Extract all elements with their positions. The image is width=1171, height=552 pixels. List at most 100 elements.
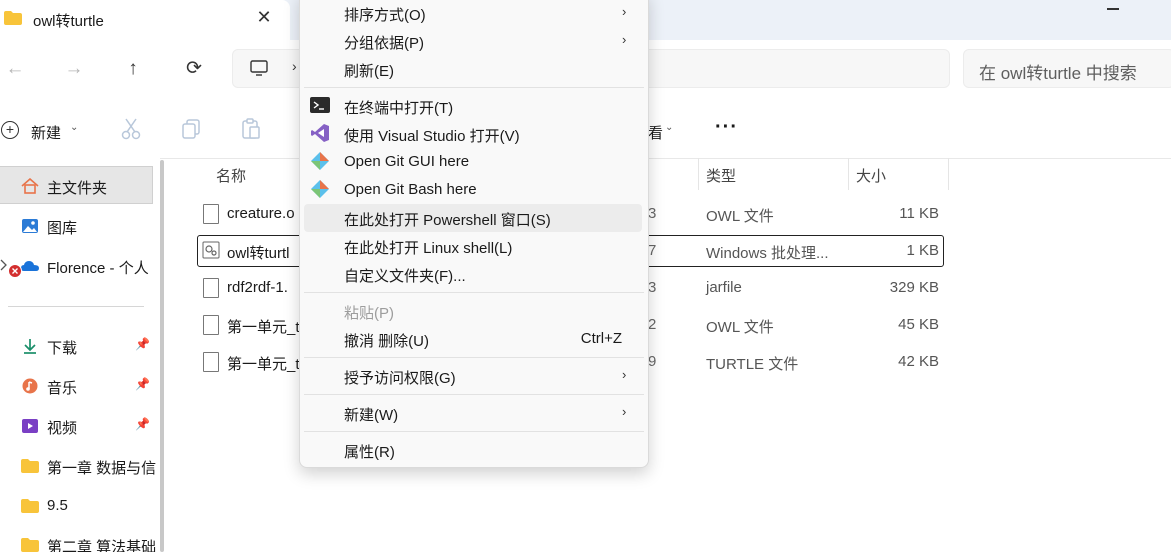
sidebar-item-downloads[interactable]: 下载 📌 <box>0 329 160 363</box>
chevron-down-icon[interactable]: ⌄ <box>70 122 78 133</box>
file-name[interactable]: creature.o <box>227 205 295 222</box>
menu-item-grant-access[interactable]: 授予访问权限(G) <box>344 367 456 388</box>
file-name[interactable]: 第一单元_t <box>227 316 300 337</box>
menu-item-open-linux-shell[interactable]: 在此处打开 Linux shell(L) <box>344 237 512 258</box>
file-icon <box>203 278 219 298</box>
sidebar-item-label: 图库 <box>47 220 78 237</box>
forward-icon[interactable]: → <box>62 57 86 81</box>
sidebar-divider <box>8 306 144 307</box>
sidebar-item-folder-9-5[interactable]: 9.5 <box>0 489 160 523</box>
menu-item-git-bash[interactable]: Open Git Bash here <box>344 181 477 198</box>
file-type: TURTLE 文件 <box>706 356 799 373</box>
file-icon <box>203 204 219 224</box>
file-size: 45 KB <box>898 316 939 333</box>
undo-shortcut: Ctrl+Z <box>580 330 622 347</box>
file-name[interactable]: rdf2rdf-1. <box>227 279 288 296</box>
sidebar-item-label: 9.5 <box>47 497 68 514</box>
file-date: 3 <box>648 279 657 296</box>
menu-item-refresh[interactable]: 刷新(E) <box>344 60 394 81</box>
chevron-right-icon: › <box>622 404 627 419</box>
file-type: OWL 文件 <box>706 319 774 336</box>
chevron-right-icon[interactable] <box>0 259 8 271</box>
menu-item-git-gui[interactable]: Open Git GUI here <box>344 153 469 170</box>
back-icon[interactable]: ← <box>3 57 27 81</box>
chevron-right-icon[interactable]: › <box>292 58 297 74</box>
paste-icon[interactable] <box>241 118 261 140</box>
home-icon <box>21 178 39 194</box>
menu-item-open-vs[interactable]: 使用 Visual Studio 打开(V) <box>344 125 520 146</box>
pin-icon[interactable]: 📌 <box>135 417 150 431</box>
terminal-icon <box>310 97 330 113</box>
file-size: 11 KB <box>899 205 939 222</box>
copy-icon[interactable] <box>181 118 201 140</box>
search-placeholder: 在 owl转turtle 中搜索 <box>979 64 1137 83</box>
menu-separator <box>304 394 644 395</box>
new-button[interactable]: 新建 <box>31 122 61 143</box>
plus-icon[interactable]: + <box>1 121 19 139</box>
file-icon <box>203 352 219 372</box>
onedrive-icon <box>21 261 39 271</box>
sidebar-item-folder-ch2[interactable]: 第二章 算法基础 <box>0 528 160 552</box>
cut-icon[interactable] <box>121 118 141 140</box>
pin-icon[interactable]: 📌 <box>135 337 150 351</box>
sidebar-scrollbar[interactable] <box>160 160 164 552</box>
pin-icon[interactable]: 📌 <box>135 377 150 391</box>
column-header-name[interactable]: 名称 <box>216 165 246 186</box>
chevron-right-icon: › <box>622 4 627 19</box>
minimize-icon[interactable] <box>1107 8 1119 10</box>
gallery-icon <box>22 219 38 233</box>
column-divider[interactable] <box>948 158 949 190</box>
sidebar-item-label: 音乐 <box>47 380 78 397</box>
column-divider[interactable] <box>848 158 849 190</box>
file-icon <box>203 315 219 335</box>
file-date: 3 <box>648 205 657 222</box>
file-type: Windows 批处理... <box>706 245 829 262</box>
sidebar-item-home[interactable]: 主文件夹 <box>0 169 160 203</box>
close-icon[interactable]: ✕ <box>255 7 273 29</box>
video-icon <box>22 419 38 433</box>
menu-item-open-powershell[interactable]: 在此处打开 Powershell 窗口(S) <box>344 209 551 230</box>
refresh-icon[interactable]: ⟳ <box>182 57 206 81</box>
folder-icon <box>21 459 39 473</box>
menu-separator <box>304 357 644 358</box>
menu-separator <box>304 87 644 88</box>
menu-item-properties[interactable]: 属性(R) <box>344 441 395 462</box>
menu-item-sort[interactable]: 排序方式(O) <box>344 4 426 25</box>
menu-item-customize-folder[interactable]: 自定义文件夹(F)... <box>344 265 466 286</box>
sidebar-item-onedrive[interactable]: Florence - 个人 <box>0 249 160 283</box>
column-divider[interactable] <box>698 158 699 190</box>
chevron-down-icon[interactable]: ⌄ <box>665 122 673 133</box>
column-header-type[interactable]: 类型 <box>706 165 736 186</box>
up-icon[interactable]: ↑ <box>121 57 145 81</box>
file-date: 2 <box>648 316 657 333</box>
folder-icon <box>21 499 39 513</box>
file-name[interactable]: owl转turtl <box>227 242 290 263</box>
file-size: 1 KB <box>906 242 939 259</box>
sidebar-item-label: 主文件夹 <box>47 180 108 197</box>
sidebar-item-music[interactable]: 音乐 📌 <box>0 369 160 403</box>
file-name[interactable]: 第一单元_t <box>227 353 300 374</box>
menu-separator <box>304 431 644 432</box>
folder-icon <box>21 538 39 552</box>
menu-item-open-terminal[interactable]: 在终端中打开(T) <box>344 97 453 118</box>
sidebar-item-videos[interactable]: 视频 📌 <box>0 409 160 443</box>
menu-separator <box>304 292 644 293</box>
batch-file-icon <box>202 241 220 259</box>
context-menu: 排序方式(O) › 分组依据(P) › 刷新(E) 在终端中打开(T) 使用 V… <box>299 0 649 468</box>
menu-item-paste: 粘贴(P) <box>344 305 394 322</box>
sidebar-item-label: 视频 <box>47 420 78 437</box>
sidebar-item-label: 第二章 算法基础 <box>47 539 157 552</box>
sidebar-item-folder-ch1[interactable]: 第一章 数据与信 <box>0 449 160 483</box>
chevron-right-icon: › <box>622 32 627 47</box>
sidebar-item-gallery[interactable]: 图库 <box>0 209 160 243</box>
more-icon[interactable]: ··· <box>715 116 738 139</box>
menu-item-group[interactable]: 分组依据(P) <box>344 32 424 53</box>
menu-item-new[interactable]: 新建(W) <box>344 404 398 425</box>
error-icon <box>8 264 22 278</box>
column-header-size[interactable]: 大小 <box>856 165 886 186</box>
folder-icon <box>4 11 22 25</box>
tab-title: owl转turtle <box>33 13 104 30</box>
menu-item-undo-delete[interactable]: 撤消 删除(U) <box>344 330 429 351</box>
view-button[interactable]: 看 <box>648 122 663 143</box>
file-size: 329 KB <box>889 279 939 296</box>
